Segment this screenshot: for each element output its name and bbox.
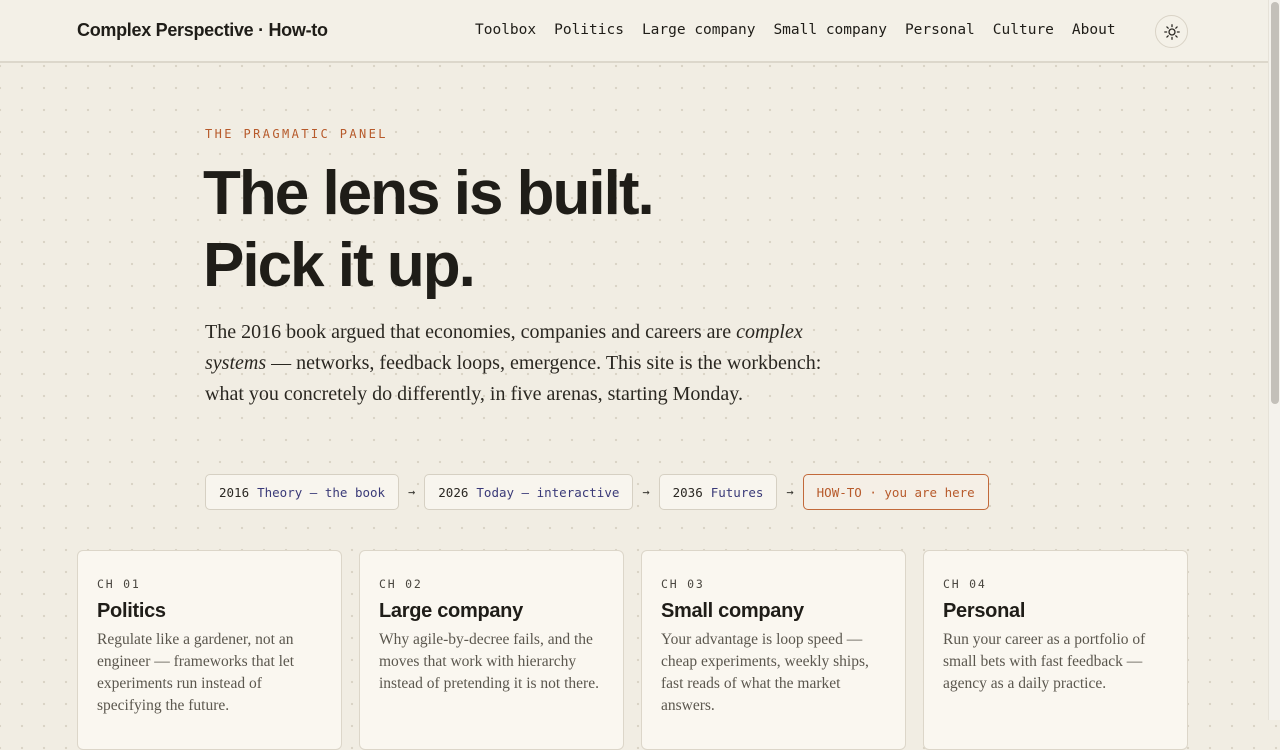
timeline-label: Futures [710,484,764,500]
arrow-right-icon: → [408,485,416,499]
timeline-label: Theory — the book [257,484,386,500]
timeline-2026-link[interactable]: 2026 Today — interactive [424,474,634,510]
nav-about[interactable]: About [1072,22,1116,38]
chapter-number: CH 03 [661,577,705,591]
chapter-card-small-company[interactable]: CH 03 Small company Your advantage is lo… [641,550,906,750]
chapter-card-large-company[interactable]: CH 02 Large company Why agile-by-decree … [359,550,624,750]
chapter-card-personal[interactable]: CH 04 Personal Run your career as a port… [923,550,1188,750]
timeline-year: 2016 [219,484,250,500]
headline-line-2: Pick it up. [203,231,476,300]
chapter-title: Large company [379,600,523,622]
chapter-number: CH 02 [379,577,423,591]
timeline-nav: 2016 Theory — the book → 2026 Today — in… [205,474,989,510]
chapter-description: Why agile-by-decree fails, and the moves… [379,631,599,692]
nav-toolbox[interactable]: Toolbox [475,22,536,38]
chapter-description: Run your career as a portfolio of small … [943,631,1146,692]
timeline-howto-current[interactable]: HOW-TO · you are here [802,474,989,510]
intro-text-after: — networks, feedback loops, emergence. T… [205,352,822,405]
site-header: Complex Perspective · How-to Toolbox Pol… [0,0,1268,63]
headline-line-1: The lens is built. [203,159,655,228]
timeline-2016-link[interactable]: 2016 Theory — the book [205,474,400,510]
timeline-2036-link[interactable]: 2036 Futures [658,474,778,510]
nav-personal[interactable]: Personal [905,22,975,38]
hero-intro: The 2016 book argued that economies, com… [205,317,825,410]
nav-politics[interactable]: Politics [554,22,624,38]
chapter-description: Your advantage is loop speed — cheap exp… [661,631,869,714]
chapter-description: Regulate like a gardener, not an enginee… [97,631,295,714]
site-brand[interactable]: Complex Perspective · How-to [77,20,328,41]
scrollbar-thumb[interactable] [1271,2,1279,404]
chapter-title: Politics [97,600,166,622]
chapter-card-politics[interactable]: CH 01 Politics Regulate like a gardener,… [77,550,342,750]
arrow-right-icon: → [786,485,794,499]
timeline-year: 2026 [438,484,469,500]
timeline-year: 2036 [672,484,703,500]
chapter-number: CH 01 [97,577,141,591]
nav-large-company[interactable]: Large company [642,22,756,38]
hero-eyebrow: THE PRAGMATIC PANEL [205,127,388,141]
nav-small-company[interactable]: Small company [773,22,887,38]
main-nav: Toolbox Politics Large company Small com… [475,22,1116,38]
sun-icon [1163,23,1180,40]
page-scrollbar[interactable] [1268,0,1280,720]
chapter-title: Small company [661,600,804,622]
theme-toggle-button[interactable] [1155,15,1188,48]
chapter-number: CH 04 [943,577,987,591]
chapter-cards: CH 01 Politics Regulate like a gardener,… [77,550,1188,750]
chapter-title: Personal [943,600,1026,622]
hero-headline: The lens is built. Pick it up. [203,158,655,302]
timeline-label: Today — interactive [476,484,620,500]
intro-text-before: The 2016 book argued that economies, com… [205,321,737,343]
nav-culture[interactable]: Culture [993,22,1054,38]
arrow-right-icon: → [642,485,650,499]
